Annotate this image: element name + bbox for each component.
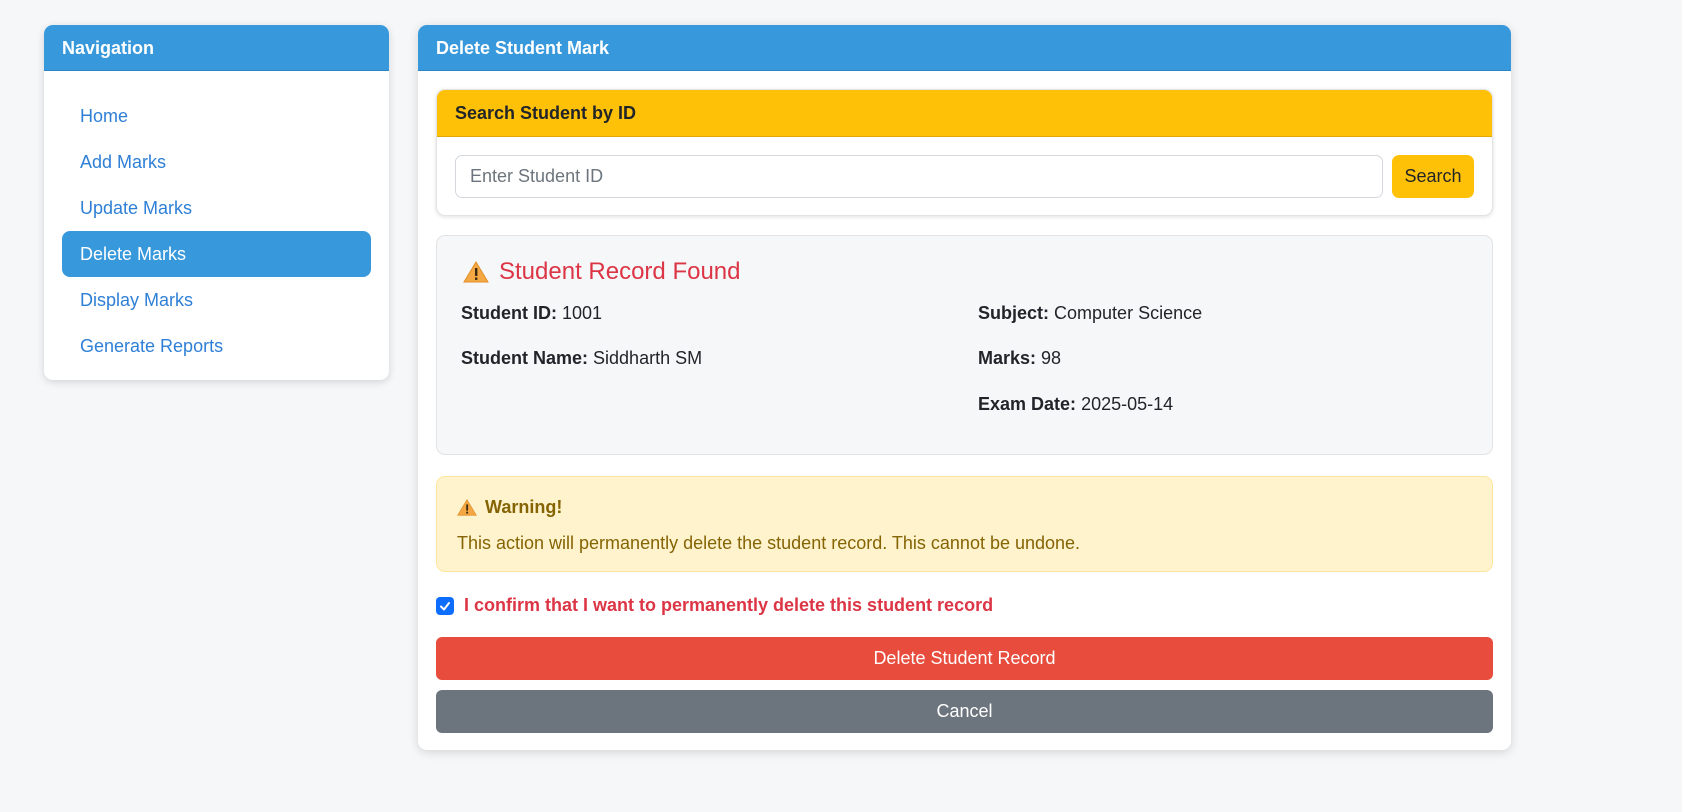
- student-id-label: Student ID:: [461, 303, 557, 323]
- student-id-input[interactable]: [455, 155, 1383, 198]
- nav-item-update-marks[interactable]: Update Marks: [62, 185, 371, 231]
- search-card: Search Student by ID Search: [436, 89, 1493, 216]
- delete-mark-card: Delete Student Mark Search Student by ID…: [418, 25, 1511, 750]
- confirm-row: I confirm that I want to permanently del…: [436, 595, 993, 616]
- warning-icon: [463, 261, 489, 283]
- marks-value: 98: [1041, 348, 1062, 368]
- checkmark-icon: [440, 601, 450, 610]
- nav-item-home[interactable]: Home: [62, 93, 371, 139]
- exam-date-field: Exam Date: 2025-05-14: [978, 394, 1173, 415]
- warning-icon: [457, 499, 477, 516]
- search-row: Search: [437, 137, 1492, 215]
- search-button[interactable]: Search: [1392, 155, 1474, 198]
- student-name-label: Student Name:: [461, 348, 589, 368]
- exam-date-value: 2025-05-14: [1081, 394, 1174, 414]
- cancel-button[interactable]: Cancel: [436, 690, 1493, 733]
- student-record-panel: Student Record Found Student ID: 1001 St…: [436, 235, 1493, 455]
- navigation-card: Navigation Home Add Marks Update Marks D…: [44, 25, 389, 380]
- nav-item-display-marks[interactable]: Display Marks: [62, 277, 371, 323]
- subject-value: Computer Science: [1054, 303, 1203, 323]
- exam-date-label: Exam Date:: [978, 394, 1077, 414]
- page: Navigation Home Add Marks Update Marks D…: [0, 0, 1682, 812]
- marks-field: Marks: 98: [978, 348, 1061, 369]
- student-name-value: Siddharth SM: [593, 348, 703, 368]
- confirm-label[interactable]: I confirm that I want to permanently del…: [464, 595, 993, 616]
- nav-item-delete-marks[interactable]: Delete Marks: [62, 231, 371, 277]
- subject-label: Subject:: [978, 303, 1050, 323]
- warning-alert: Warning! This action will permanently de…: [436, 476, 1493, 572]
- warning-text: This action will permanently delete the …: [457, 533, 1081, 553]
- warning-title-text: Warning!: [485, 497, 563, 517]
- nav-item-generate-reports[interactable]: Generate Reports: [62, 323, 371, 369]
- confirm-checkbox[interactable]: [436, 596, 454, 615]
- student-id-field: Student ID: 1001: [461, 303, 602, 324]
- warning-title: Warning!: [457, 497, 562, 518]
- delete-record-button[interactable]: Delete Student Record: [436, 637, 1493, 680]
- student-id-value: 1001: [562, 303, 603, 323]
- page-title: Delete Student Mark: [418, 25, 1511, 71]
- student-name-field: Student Name: Siddharth SM: [461, 348, 702, 369]
- record-title: Student Record Found: [463, 258, 741, 286]
- navigation-title: Navigation: [44, 25, 389, 71]
- record-title-text: Student Record Found: [499, 258, 741, 285]
- marks-label: Marks:: [978, 348, 1037, 368]
- navigation-list: Home Add Marks Update Marks Delete Marks…: [44, 71, 389, 369]
- subject-field: Subject: Computer Science: [978, 303, 1202, 324]
- search-title: Search Student by ID: [437, 90, 1492, 137]
- nav-item-add-marks[interactable]: Add Marks: [62, 139, 371, 185]
